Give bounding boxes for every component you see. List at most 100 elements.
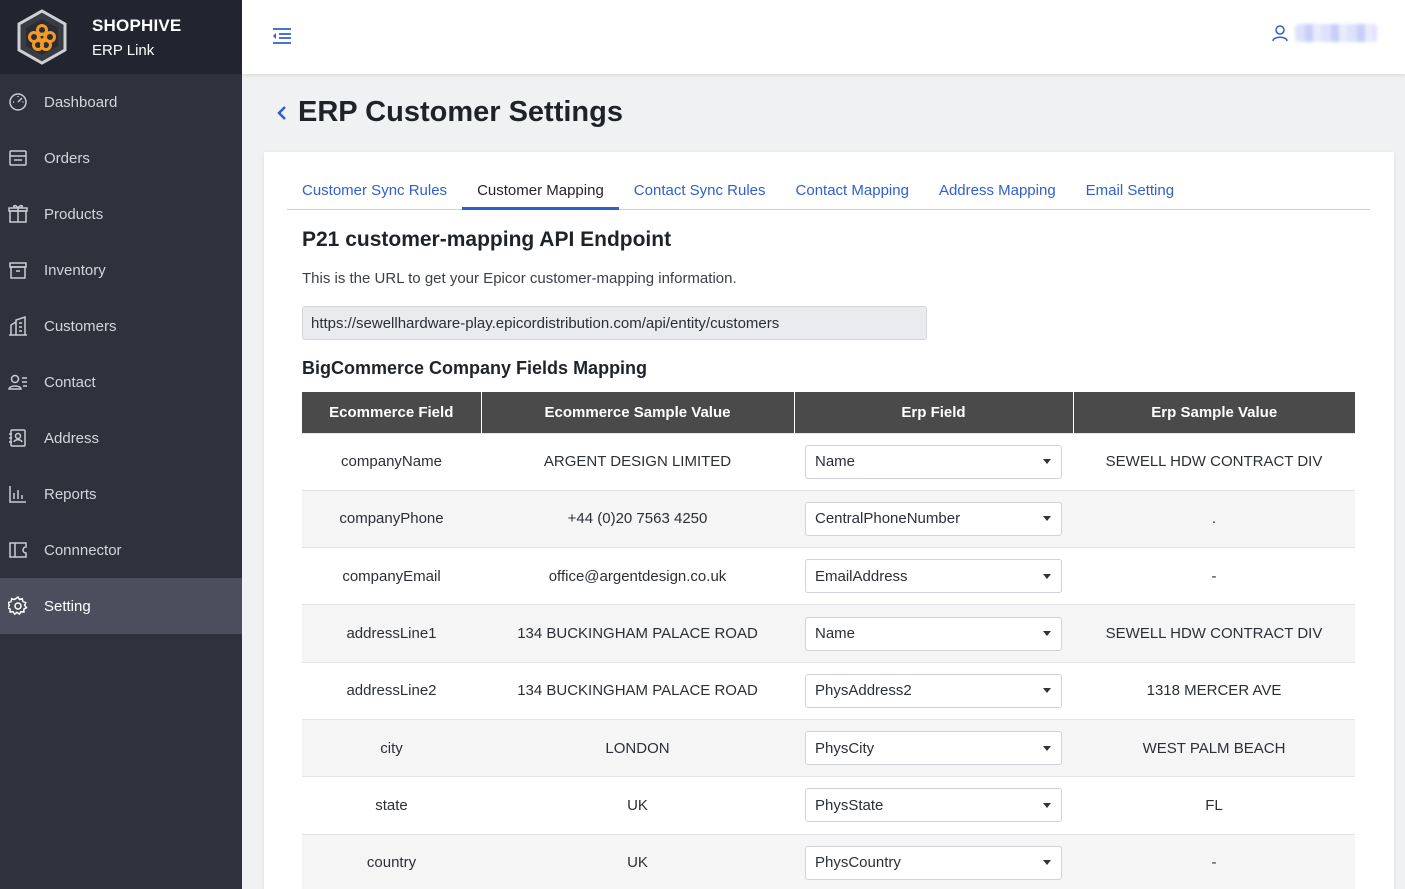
erp-field-value: Name <box>815 453 856 471</box>
erp-field-value: CentralPhoneNumber <box>815 510 961 528</box>
erp-field-select[interactable]: PhysCountry <box>805 845 1062 880</box>
ecommerce-sample: LONDON <box>481 718 794 777</box>
mapping-table: Ecommerce Field Ecommerce Sample Value E… <box>302 392 1355 889</box>
erp-field-cell: EmailAddress <box>794 547 1073 605</box>
brand-name: SHOPHIVE <box>92 15 182 35</box>
tab-contact-mapping[interactable]: Contact Mapping <box>781 174 924 210</box>
endpoint-url-field[interactable]: https://sewellhardware-play.epicordistri… <box>302 306 927 340</box>
tab-email-setting[interactable]: Email Setting <box>1071 174 1189 210</box>
table-row: companyName ARGENT DESIGN LIMITED Name S… <box>302 432 1355 491</box>
dropdown-caret-icon <box>1043 688 1051 694</box>
erp-field-value: PhysCity <box>815 739 875 757</box>
ecommerce-sample: office@argentdesign.co.uk <box>481 547 794 605</box>
tab-address-mapping[interactable]: Address Mapping <box>924 174 1071 210</box>
settings-tabs: Customer Sync Rules Customer Mapping Con… <box>287 174 1370 210</box>
dropdown-caret-icon <box>1043 516 1051 522</box>
products-icon <box>8 204 28 224</box>
dropdown-caret-icon <box>1043 745 1051 751</box>
ecommerce-field: state <box>302 776 481 835</box>
erp-field-value: Name <box>815 625 856 643</box>
erp-field-cell: PhysState <box>794 776 1073 835</box>
erp-field-cell: Name <box>794 432 1073 491</box>
user-name-redacted <box>1295 24 1377 42</box>
dropdown-caret-icon <box>1043 459 1051 465</box>
erp-sample: SEWELL HDW CONTRACT DIV <box>1073 604 1355 663</box>
sidebar-item-reports[interactable]: Reports <box>0 466 242 522</box>
endpoint-title: P21 customer-mapping API Endpoint <box>302 228 672 251</box>
sidebar-item-label: Dashboard <box>44 93 118 111</box>
erp-field-select[interactable]: Name <box>805 444 1062 479</box>
erp-field-value: PhysState <box>815 796 884 814</box>
erp-field-cell: CentralPhoneNumber <box>794 489 1073 548</box>
tab-contact-sync-rules[interactable]: Contact Sync Rules <box>619 174 781 210</box>
sidebar-item-dashboard[interactable]: Dashboard <box>0 74 242 130</box>
ecommerce-field: addressLine1 <box>302 604 481 663</box>
erp-sample: FL <box>1073 776 1355 835</box>
topbar <box>242 0 1405 74</box>
erp-field-cell: PhysCity <box>794 718 1073 777</box>
endpoint-description: This is the URL to get your Epicor custo… <box>302 270 737 287</box>
erp-field-cell: Name <box>794 604 1073 663</box>
tab-customer-sync-rules[interactable]: Customer Sync Rules <box>287 174 462 210</box>
erp-sample: . <box>1073 489 1355 548</box>
column-header: Erp Field <box>793 392 1073 433</box>
erp-field-value: PhysAddress2 <box>815 682 912 700</box>
collapse-menu-icon[interactable] <box>270 24 294 48</box>
ecommerce-field: addressLine2 <box>302 661 481 720</box>
sidebar-item-label: Orders <box>44 149 90 167</box>
sidebar-item-address[interactable]: Address <box>0 410 242 466</box>
ecommerce-field: city <box>302 718 481 777</box>
settings-card: Customer Sync Rules Customer Mapping Con… <box>264 152 1394 889</box>
erp-field-value: EmailAddress <box>815 567 908 585</box>
sidebar-item-products[interactable]: Products <box>0 186 242 242</box>
table-row: companyPhone +44 (0)20 7563 4250 Central… <box>302 489 1355 548</box>
sidebar-item-label: Reports <box>44 485 97 503</box>
ecommerce-sample: 134 BUCKINGHAM PALACE ROAD <box>481 604 794 663</box>
ecommerce-sample: ARGENT DESIGN LIMITED <box>481 432 794 491</box>
erp-field-select[interactable]: Name <box>805 616 1062 651</box>
user-icon <box>1272 25 1288 42</box>
sidebar-item-inventory[interactable]: Inventory <box>0 242 242 298</box>
sidebar-item-customers[interactable]: Customers <box>0 298 242 354</box>
erp-field-select[interactable]: PhysCity <box>805 731 1062 766</box>
sidebar-item-contact[interactable]: Contact <box>0 354 242 410</box>
inventory-icon <box>8 260 28 280</box>
mapping-title: BigCommerce Company Fields Mapping <box>302 358 648 378</box>
ecommerce-sample: 134 BUCKINGHAM PALACE ROAD <box>481 661 794 720</box>
erp-field-select[interactable]: PhysState <box>805 788 1062 823</box>
sidebar-item-connector[interactable]: Connnector <box>0 522 242 578</box>
table-row: city LONDON PhysCity WEST PALM BEACH <box>302 718 1355 777</box>
dashboard-icon <box>8 92 28 112</box>
sidebar-item-orders[interactable]: Orders <box>0 130 242 186</box>
table-header-row: Ecommerce Field Ecommerce Sample Value E… <box>302 392 1355 433</box>
table-row: country UK PhysCountry - <box>302 833 1355 889</box>
erp-field-select[interactable]: PhysAddress2 <box>805 673 1062 708</box>
connector-icon <box>8 540 28 560</box>
erp-field-cell: PhysAddress2 <box>794 661 1073 720</box>
sidebar-item-setting[interactable]: Setting <box>0 578 242 634</box>
sidebar-item-label: Address <box>44 429 100 447</box>
erp-field-select[interactable]: CentralPhoneNumber <box>805 501 1062 536</box>
customers-icon <box>8 316 28 336</box>
back-arrow-icon[interactable] <box>272 101 292 125</box>
shophive-logo-icon <box>17 9 67 65</box>
tab-customer-mapping[interactable]: Customer Mapping <box>462 174 619 210</box>
erp-sample: WEST PALM BEACH <box>1073 718 1355 777</box>
column-header: Ecommerce Field <box>302 392 481 433</box>
table-row: addressLine2 134 BUCKINGHAM PALACE ROAD … <box>302 661 1355 720</box>
erp-field-select[interactable]: EmailAddress <box>805 559 1062 594</box>
column-header: Ecommerce Sample Value <box>480 392 794 433</box>
erp-sample: SEWELL HDW CONTRACT DIV <box>1073 432 1355 491</box>
ecommerce-field: companyName <box>302 432 481 491</box>
address-icon <box>8 428 28 448</box>
sidebar: SHOPHIVE ERP Link Dashboard Orders Produ… <box>0 0 242 889</box>
user-menu[interactable] <box>1271 24 1377 42</box>
ecommerce-field: companyEmail <box>302 547 481 605</box>
erp-sample: 1318 MERCER AVE <box>1073 661 1355 720</box>
ecommerce-field: country <box>302 833 481 889</box>
column-header: Erp Sample Value <box>1072 392 1355 433</box>
table-row: state UK PhysState FL <box>302 776 1355 835</box>
brand[interactable]: SHOPHIVE ERP Link <box>0 0 242 74</box>
erp-field-cell: PhysCountry <box>794 833 1073 889</box>
page-header: ERP Customer Settings <box>272 96 623 129</box>
